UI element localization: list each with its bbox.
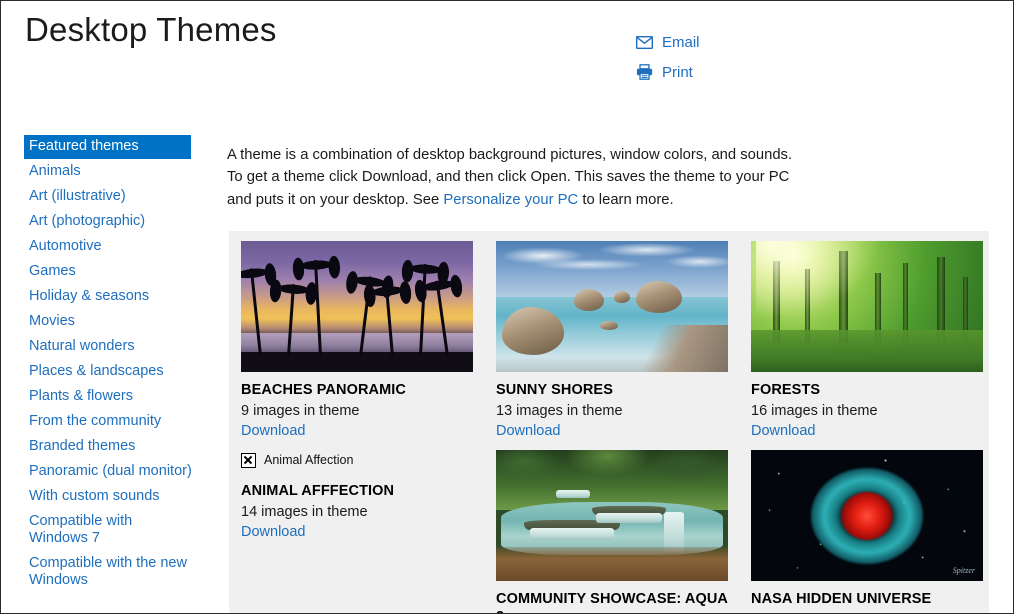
theme-image-count: 16 images in theme	[751, 403, 878, 419]
sidebar-item-compatible-windows-7[interactable]: Compatible with Windows 7	[24, 510, 199, 551]
theme-card[interactable]: FORESTS 16 images in theme Download	[751, 241, 994, 440]
page-header: Desktop Themes Email Print	[1, 1, 1013, 113]
printer-icon	[635, 63, 653, 81]
helix-nebula-scene: Spitzer	[751, 450, 983, 581]
theme-image-count: 9 images in theme	[241, 403, 360, 419]
theme-card[interactable]: Spitzer NASA HIDDEN UNIVERSE 14 images i…	[751, 450, 994, 613]
sidebar-item-branded-themes[interactable]: Branded themes	[24, 435, 199, 459]
share-actions: Email Print	[635, 27, 835, 87]
theme-thumbnail-nasa-hidden-universe[interactable]: Spitzer	[751, 450, 983, 581]
print-action[interactable]: Print	[635, 57, 835, 87]
theme-title: BEACHES PANORAMIC	[241, 382, 406, 398]
forest-scene	[751, 241, 983, 372]
theme-thumbnail-sunny-shores[interactable]	[496, 241, 728, 372]
sidebar-item-games[interactable]: Games	[24, 260, 199, 284]
intro-text-part2: to learn more.	[578, 191, 674, 208]
sidebar-item-with-custom-sounds[interactable]: With custom sounds	[24, 485, 199, 509]
sidebar-item-animals[interactable]: Animals	[24, 160, 199, 184]
theme-card[interactable]: COMMUNITY SHOWCASE: AQUA 2 14 images in …	[496, 450, 739, 613]
theme-title: SUNNY SHORES	[496, 382, 613, 398]
print-label: Print	[662, 63, 693, 81]
theme-card[interactable]: Animal Affection ANIMAL AFFFECTION 14 im…	[241, 450, 484, 613]
download-link[interactable]: Download	[241, 523, 306, 541]
sidebar-item-from-the-community[interactable]: From the community	[24, 410, 199, 434]
sidebar-item-art-illustrative[interactable]: Art (illustrative)	[24, 185, 199, 209]
theme-card[interactable]: BEACHES PANORAMIC 9 images in theme Down…	[241, 241, 484, 440]
sidebar-item-art-photographic[interactable]: Art (photographic)	[24, 210, 199, 234]
theme-gallery: BEACHES PANORAMIC 9 images in theme Down…	[229, 231, 989, 613]
sidebar-item-natural-wonders[interactable]: Natural wonders	[24, 335, 199, 359]
sidebar-item-panoramic-dual-monitor[interactable]: Panoramic (dual monitor)	[24, 460, 199, 484]
theme-thumbnail-beaches-panoramic[interactable]	[241, 241, 473, 372]
broken-image-icon	[241, 452, 256, 468]
waterfall-scene	[496, 450, 728, 581]
broken-image-placeholder: Animal Affection	[241, 450, 484, 470]
theme-card[interactable]: SUNNY SHORES 13 images in theme Download	[496, 241, 739, 440]
theme-thumbnail-community-showcase[interactable]	[496, 450, 728, 581]
broken-image-alt-text: Animal Affection	[264, 453, 354, 467]
theme-title: ANIMAL AFFFECTION	[241, 483, 395, 499]
sidebar-item-plants-flowers[interactable]: Plants & flowers	[24, 385, 199, 409]
intro-paragraph: A theme is a combination of desktop back…	[227, 144, 793, 212]
email-action[interactable]: Email	[635, 27, 835, 57]
personalize-your-pc-link[interactable]: Personalize your PC	[443, 192, 578, 208]
theme-grid: BEACHES PANORAMIC 9 images in theme Down…	[229, 241, 989, 613]
sidebar-item-holiday-seasons[interactable]: Holiday & seasons	[24, 285, 199, 309]
download-link[interactable]: Download	[241, 422, 306, 440]
sidebar-item-featured-themes[interactable]: Featured themes	[24, 135, 191, 159]
sidebar-item-movies[interactable]: Movies	[24, 310, 199, 334]
download-link[interactable]: Download	[751, 422, 816, 440]
sidebar-item-places-landscapes[interactable]: Places & landscapes	[24, 360, 199, 384]
sidebar-item-compatible-new-windows[interactable]: Compatible with the new Windows	[24, 552, 199, 593]
theme-title: COMMUNITY SHOWCASE: AQUA 2	[496, 591, 728, 613]
page-root: Desktop Themes Email Print Featured them…	[0, 0, 1014, 614]
theme-title: NASA HIDDEN UNIVERSE	[751, 591, 932, 607]
theme-image-count: 14 images in theme	[241, 504, 368, 520]
category-sidebar: Featured themes Animals Art (illustrativ…	[24, 135, 199, 594]
download-link[interactable]: Download	[496, 422, 561, 440]
sidebar-item-automotive[interactable]: Automotive	[24, 235, 199, 259]
rocky-coast-scene	[496, 241, 728, 372]
beach-sunset-scene	[241, 241, 473, 372]
spitzer-watermark: Spitzer	[952, 566, 975, 575]
theme-image-count: 13 images in theme	[496, 403, 623, 419]
theme-title: FORESTS	[751, 382, 821, 398]
page-title: Desktop Themes	[25, 11, 277, 48]
envelope-icon	[635, 33, 653, 51]
theme-thumbnail-forests[interactable]	[751, 241, 983, 372]
email-label: Email	[662, 33, 700, 51]
